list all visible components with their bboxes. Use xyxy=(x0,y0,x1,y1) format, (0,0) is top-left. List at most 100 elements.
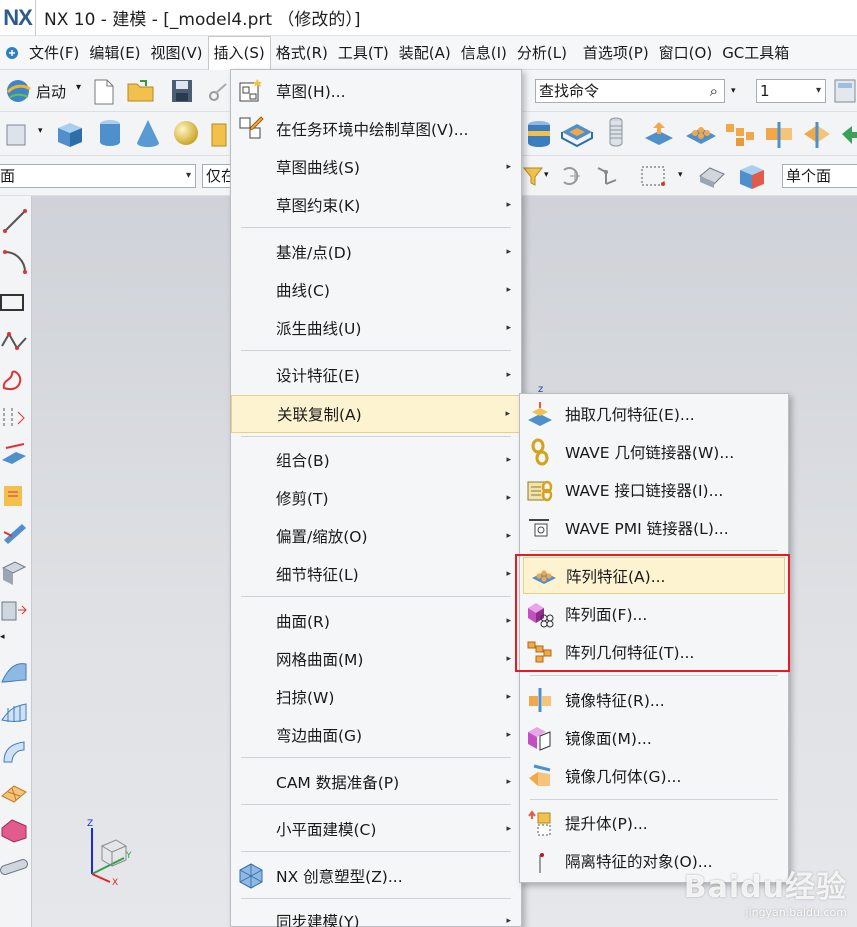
save-icon[interactable] xyxy=(170,78,194,108)
polyline-icon[interactable] xyxy=(0,324,28,358)
tube-icon[interactable] xyxy=(0,856,28,888)
menu-item-associative-copy[interactable]: 关联复制(A) ▸ xyxy=(231,395,521,433)
sphere-icon[interactable] xyxy=(172,119,200,151)
offset-curve-icon[interactable] xyxy=(0,404,28,436)
menu-file[interactable]: 文件(F) xyxy=(24,38,84,68)
block-outline-icon[interactable] xyxy=(4,120,30,152)
type-filter-select[interactable]: 面 ▾ xyxy=(0,164,196,188)
undo-select-icon[interactable] xyxy=(556,162,584,194)
menu-item-sweep[interactable]: 扫掠(W) ▸ xyxy=(231,679,521,715)
menu-item-derived-curve[interactable]: 派生曲线(U) ▸ xyxy=(231,310,521,346)
rectangle-icon[interactable] xyxy=(0,292,26,318)
menu-item-promote-body[interactable]: 提升体(P)... xyxy=(520,805,788,841)
line-icon[interactable] xyxy=(2,208,28,238)
rect-select-dropdown-icon[interactable]: ▾ xyxy=(678,170,683,180)
open-folder-icon[interactable] xyxy=(126,78,156,108)
menu-separator xyxy=(241,804,511,805)
arc-icon[interactable] xyxy=(2,248,28,280)
menu-item-sketch[interactable]: 草图(H)... xyxy=(231,73,521,109)
spline-icon[interactable] xyxy=(0,366,28,398)
rectangle-select-icon[interactable] xyxy=(640,164,668,192)
menu-format[interactable]: 格式(R) xyxy=(271,38,333,68)
section-curve-icon[interactable] xyxy=(0,596,28,628)
project-curve-icon[interactable] xyxy=(0,440,28,474)
menu-item-datum-point[interactable]: 基准/点(D) ▸ xyxy=(231,234,521,270)
menu-item-nx-realize-shape[interactable]: NX 创意塑型(Z)... xyxy=(231,858,521,894)
search-icon: ⌕ xyxy=(709,82,718,100)
menu-item-facet-modeling[interactable]: 小平面建模(C) ▸ xyxy=(231,811,521,847)
menu-item-mirror-feature[interactable]: 镜像特征(R)... xyxy=(520,682,788,718)
block-dropdown-icon[interactable]: ▾ xyxy=(38,126,43,136)
cylinder-icon[interactable] xyxy=(96,118,124,152)
menu-item-sketch-in-task[interactable]: 在任务环境中绘制草图(V)... xyxy=(231,111,521,147)
menu-item-wave-pmi-linker[interactable]: WAVE PMI 链接器(L)... xyxy=(520,510,788,546)
menu-analysis[interactable]: 分析(L) xyxy=(512,38,572,68)
extrude-icon[interactable] xyxy=(208,120,228,152)
mirror-geometry-toolbar-icon[interactable] xyxy=(800,120,834,154)
menu-gc-toolbox[interactable]: GC工具箱 xyxy=(717,38,794,68)
block-icon[interactable] xyxy=(54,120,86,152)
cut-icon[interactable] xyxy=(208,82,230,106)
single-face-icon[interactable] xyxy=(736,162,768,194)
menu-item-sketch-curve[interactable]: 草图曲线(S) ▸ xyxy=(231,149,521,185)
studio-surface-icon[interactable] xyxy=(0,778,28,810)
menu-item-offset-scale[interactable]: 偏置/缩放(O) ▸ xyxy=(231,518,521,554)
expand-marker-icon[interactable]: ◂ xyxy=(0,632,5,642)
n-sided-surface-icon[interactable] xyxy=(0,816,28,848)
filter-dropdown-icon[interactable]: ▾ xyxy=(544,170,549,180)
mirror-feature-toolbar-icon[interactable] xyxy=(762,120,796,154)
menu-item-flange-surface[interactable]: 弯边曲面(G) ▸ xyxy=(231,717,521,753)
menu-edit[interactable]: 编辑(E) xyxy=(84,38,145,68)
hole-icon[interactable] xyxy=(524,118,554,154)
menu-item-synchronous-modeling[interactable]: 同步建模(Y) ▸ xyxy=(231,903,521,927)
menu-item-trim[interactable]: 修剪(T) ▸ xyxy=(231,480,521,516)
menu-item-combine[interactable]: 组合(B) ▸ xyxy=(231,442,521,478)
menu-item-detail-feature[interactable]: 细节特征(L) ▸ xyxy=(231,556,521,592)
new-file-icon[interactable] xyxy=(92,78,116,110)
menu-item-cam-data-prep[interactable]: CAM 数据准备(P) ▸ xyxy=(231,764,521,800)
start-dropdown-icon[interactable]: ▾ xyxy=(76,82,81,93)
menu-grip-icon[interactable] xyxy=(0,36,24,70)
menu-item-mirror-face[interactable]: 镜像面(M)... xyxy=(520,720,788,756)
sweep-curve-icon[interactable] xyxy=(0,518,28,550)
menu-item-mirror-geometry[interactable]: 镜像几何体(G)... xyxy=(520,758,788,794)
search-dropdown-icon[interactable]: ▾ xyxy=(731,86,736,96)
menu-information[interactable]: 信息(I) xyxy=(456,38,512,68)
start-icon[interactable] xyxy=(4,78,32,108)
wrap-curve-icon[interactable] xyxy=(0,558,28,590)
face-rule-icon[interactable] xyxy=(696,162,728,194)
snap-point-icon[interactable] xyxy=(594,162,622,194)
through-mesh-icon[interactable] xyxy=(0,700,28,732)
menu-assembly[interactable]: 装配(A) xyxy=(394,38,456,68)
start-label[interactable]: 启动 xyxy=(36,81,66,102)
menu-insert[interactable]: 插入(S) xyxy=(207,35,271,70)
filter-funnel-icon[interactable] xyxy=(522,164,544,192)
menu-item-surface[interactable]: 曲面(R) ▸ xyxy=(231,603,521,639)
menu-item-sketch-constraint[interactable]: 草图约束(K) ▸ xyxy=(231,187,521,223)
menu-item-mesh-surface[interactable]: 网格曲面(M) ▸ xyxy=(231,641,521,677)
thread-icon[interactable] xyxy=(604,116,628,154)
swept-surface-icon[interactable] xyxy=(0,738,28,770)
pattern-feature-toolbar-icon[interactable] xyxy=(684,120,718,152)
face-rule-select[interactable]: 单个面 xyxy=(782,164,857,188)
calculator-icon[interactable] xyxy=(834,78,856,108)
menu-item-design-feature[interactable]: 设计特征(E) ▸ xyxy=(231,357,521,393)
refresh-icon[interactable] xyxy=(838,120,857,152)
emboss-icon[interactable] xyxy=(560,120,594,152)
menu-tools[interactable]: 工具(T) xyxy=(333,38,394,68)
menu-separator xyxy=(530,799,778,800)
menu-item-extract-geometry[interactable]: 抽取几何特征(E)... xyxy=(520,396,788,432)
count-select[interactable]: 1 ▾ xyxy=(756,79,826,103)
surface-through-curves-icon[interactable] xyxy=(0,660,28,692)
cone-icon[interactable] xyxy=(134,118,162,152)
menu-preferences[interactable]: 首选项(P) xyxy=(578,38,654,68)
menu-window[interactable]: 窗口(O) xyxy=(654,38,718,68)
boss-icon[interactable] xyxy=(642,120,676,154)
command-search-input[interactable]: 查找命令 ⌕ xyxy=(535,79,725,103)
menu-item-wave-interface-linker[interactable]: WAVE 接口链接器(I)... xyxy=(520,472,788,508)
menu-view[interactable]: 视图(V) xyxy=(146,38,208,68)
menu-item-wave-geometry-linker[interactable]: WAVE 几何链接器(W)... xyxy=(520,434,788,470)
pattern-geometry-toolbar-icon[interactable] xyxy=(724,120,758,152)
menu-item-curve[interactable]: 曲线(C) ▸ xyxy=(231,272,521,308)
extract-curve-icon[interactable] xyxy=(0,482,28,514)
